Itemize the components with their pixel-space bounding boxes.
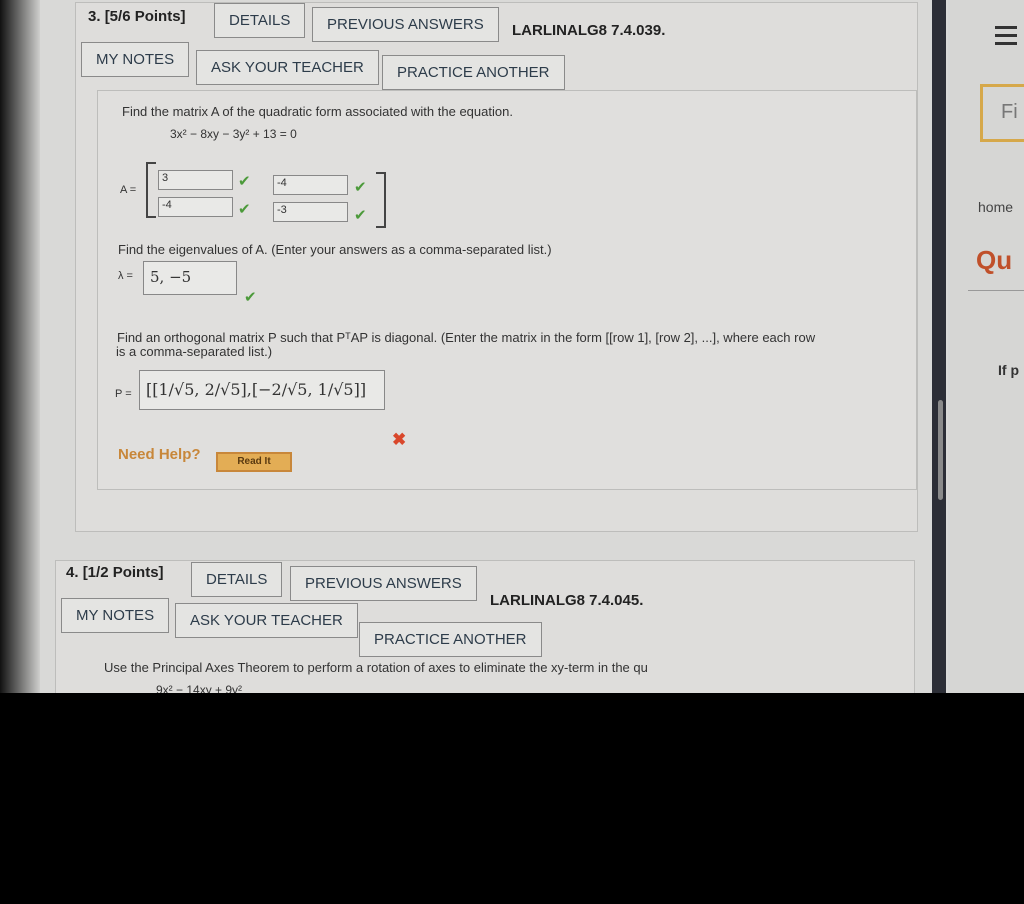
matrix-a12-input[interactable]: -4 [273,175,348,195]
q4-practice-another-button[interactable]: PRACTICE ANOTHER [359,622,542,657]
q3-prompt-2: Find the eigenvalues of A. (Enter your a… [118,242,552,257]
matrix-a11-input[interactable]: 3 [158,170,233,190]
q3-ask-teacher-button[interactable]: ASK YOUR TEACHER [196,50,379,85]
matrix-a22-input[interactable]: -3 [273,202,348,222]
read-it-button[interactable]: Read It [216,452,292,472]
sidebar-divider [968,290,1024,291]
q4-my-notes-button[interactable]: MY NOTES [61,598,170,633]
p-label: P = [115,388,132,400]
eigenvalues-input[interactable]: 5, −5 [143,261,237,295]
check-icon: ✔ [238,173,251,190]
matrix-a21-input[interactable]: -4 [158,197,233,217]
sidebar-heading: Qu [976,245,1013,275]
q3-equation: 3x² − 8xy − 3y² + 13 = 0 [170,127,297,141]
q3-previous-answers-button[interactable]: PREVIOUS ANSWERS [312,7,499,42]
q4-details-button[interactable]: DETAILS [191,562,283,597]
scrollbar-thumb[interactable] [938,400,943,500]
sidebar-text: If p [998,362,1019,378]
q4-ask-teacher-button[interactable]: ASK YOUR TEACHER [175,603,358,638]
q3-details-button[interactable]: DETAILS [214,3,306,38]
screen-bezel [0,0,40,693]
matrix-right-bracket [376,172,386,228]
check-icon: ✔ [244,289,257,306]
panel-divider [932,0,946,693]
matrix-left-bracket [146,162,156,218]
q3-practice-another-button[interactable]: PRACTICE ANOTHER [382,55,565,90]
q3-prompt-3a: Find an orthogonal matrix P such that Pᵀ… [117,330,816,345]
q3-code: LARLINALG8 7.4.039. [512,22,666,39]
q4-number: 4. [1/2 Points] [66,564,164,581]
q4-previous-answers-button[interactable]: PREVIOUS ANSWERS [290,566,477,601]
breadcrumb-home[interactable]: home [978,199,1013,215]
need-help-label: Need Help? [118,446,201,463]
q4-code: LARLINALG8 7.4.045. [490,592,644,609]
incorrect-x-icon: ✖ [392,430,407,449]
q3-number: 3. [5/6 Points] [88,8,186,25]
matrix-a-label: A = [120,184,137,196]
q3-my-notes-button[interactable]: MY NOTES [81,42,190,77]
matrix-p-input[interactable]: [[1/√5, 2/√5],[−2/√5, 1/√5]] [139,370,385,410]
q3-prompt-3b: is a comma-separated list.) [116,344,273,359]
right-sidebar: Fi home Qu If p [948,0,1024,693]
q3-prompt-1: Find the matrix A of the quadratic form … [122,104,513,119]
hamburger-menu-icon[interactable] [995,26,1017,29]
lambda-label: λ = [118,270,133,282]
screen: 3. [5/6 Points] DETAILS PREVIOUS ANSWERS… [0,0,1024,693]
q4-equation: 9x² − 14xy + 9y² [156,683,243,693]
find-search-box[interactable]: Fi [980,84,1024,142]
check-icon: ✔ [238,201,251,218]
check-icon: ✔ [354,207,367,224]
q4-prompt: Use the Principal Axes Theorem to perfor… [104,660,648,675]
check-icon: ✔ [354,179,367,196]
